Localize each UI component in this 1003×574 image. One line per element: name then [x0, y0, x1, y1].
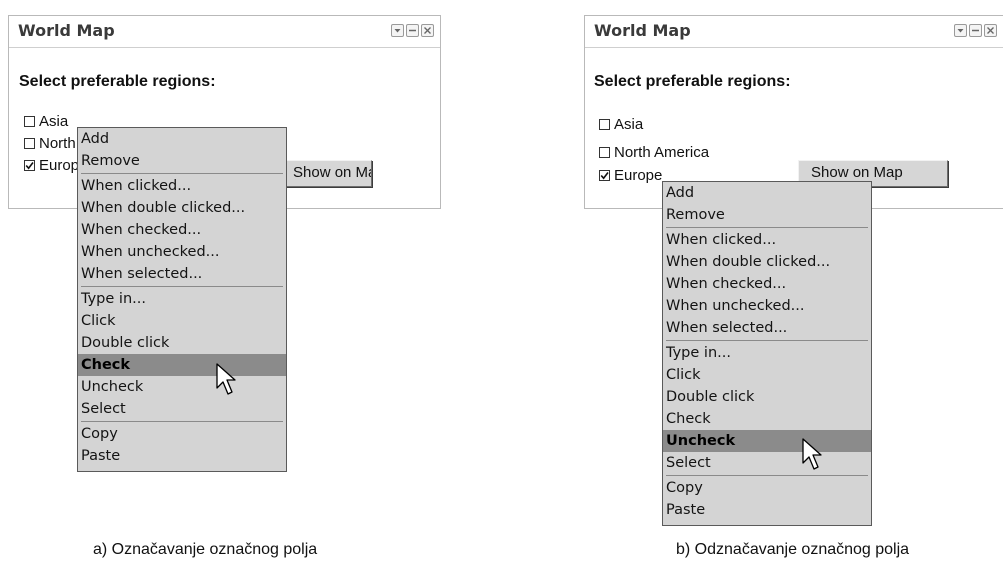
window-controls [954, 24, 997, 37]
window-title: World Map [594, 21, 691, 40]
menu-separator [663, 339, 871, 342]
checkbox-label: North America [614, 144, 710, 161]
caption-text: Odznačavanje označnog polja [690, 541, 910, 558]
menu-item[interactable]: Copy [663, 477, 871, 499]
menu-item[interactable]: Select [663, 452, 871, 474]
checkbox-box[interactable] [599, 147, 610, 158]
menu-separator [663, 226, 871, 229]
caption-letter: b) [676, 541, 691, 558]
menu-item[interactable]: Type in... [663, 342, 871, 364]
menu-item[interactable]: Add [663, 182, 871, 204]
minimize-icon[interactable] [969, 24, 982, 37]
menu-item[interactable]: When double clicked... [663, 251, 871, 273]
checkmark-icon [600, 172, 609, 180]
context-menu: Add Remove When clicked... When double c… [662, 181, 872, 526]
menu-item[interactable]: Remove [663, 204, 871, 226]
checkbox-north-america[interactable]: North America [599, 144, 709, 161]
panel-b: World Map Select preferable regions: Asi… [0, 0, 1003, 574]
checkbox-box[interactable] [599, 119, 610, 130]
caption-b: b) Odznačavanje označnog polja [676, 541, 909, 559]
menu-item[interactable]: Click [663, 364, 871, 386]
checkbox-asia[interactable]: Asia [599, 116, 643, 133]
menu-item[interactable]: Check [663, 408, 871, 430]
menu-separator [663, 474, 871, 477]
menu-item[interactable]: Double click [663, 386, 871, 408]
close-icon[interactable] [984, 24, 997, 37]
menu-item-highlighted[interactable]: Uncheck [663, 430, 871, 452]
dropdown-icon[interactable] [954, 24, 967, 37]
menu-item[interactable]: When clicked... [663, 229, 871, 251]
window-titlebar: World Map [585, 16, 1003, 48]
arrow-cursor-icon [802, 438, 822, 470]
checkbox-box-checked[interactable] [599, 170, 610, 181]
menu-item[interactable]: When checked... [663, 273, 871, 295]
section-heading: Select preferable regions: [594, 73, 791, 90]
checkbox-label: Asia [614, 116, 644, 133]
checkbox-europe[interactable]: Europe [599, 167, 662, 184]
menu-item[interactable]: When unchecked... [663, 295, 871, 317]
menu-item[interactable]: When selected... [663, 317, 871, 339]
checkbox-label: Europe [614, 167, 663, 184]
world-map-window: World Map Select preferable regions: Asi… [584, 15, 1003, 209]
menu-item[interactable]: Paste [663, 499, 871, 521]
